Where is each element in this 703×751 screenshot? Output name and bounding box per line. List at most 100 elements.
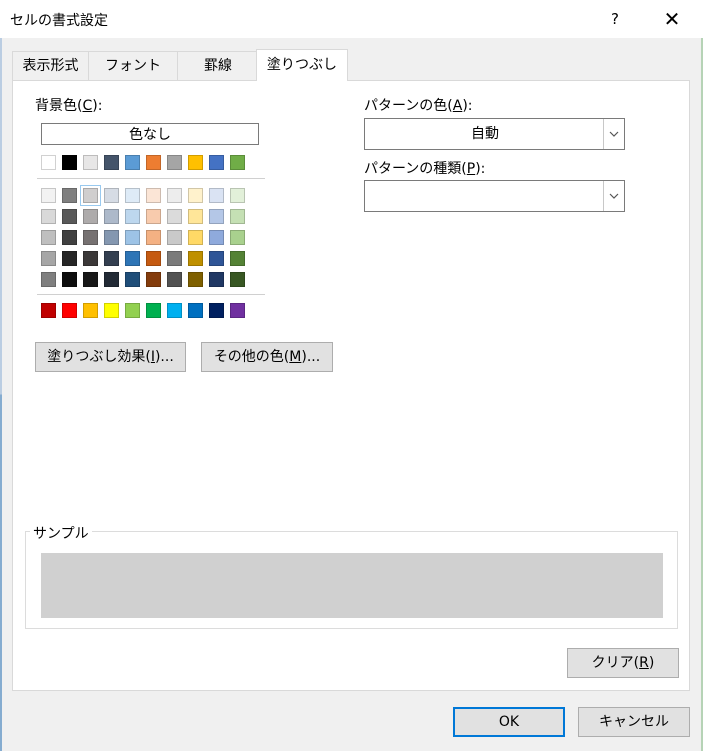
close-button[interactable]: ✕ bbox=[652, 4, 692, 34]
theme-color-swatch[interactable] bbox=[167, 155, 182, 170]
tint-color-swatch[interactable] bbox=[209, 272, 224, 287]
tint-color-swatch[interactable] bbox=[230, 272, 245, 287]
tint-color-swatch[interactable] bbox=[146, 188, 161, 203]
standard-color-swatch[interactable] bbox=[62, 303, 77, 318]
standard-color-swatch[interactable] bbox=[188, 303, 203, 318]
tint-color-swatch[interactable] bbox=[62, 251, 77, 266]
background-window-edge-left bbox=[0, 38, 2, 751]
format-cells-dialog: セルの書式設定 ? ✕ 表示形式 フォント 罫線 塗りつぶし 背景色(C): 色… bbox=[0, 0, 703, 751]
tint-color-swatch[interactable] bbox=[230, 188, 245, 203]
standard-color-swatch[interactable] bbox=[104, 303, 119, 318]
tint-color-swatch[interactable] bbox=[209, 209, 224, 224]
pattern-color-label: パターンの色(A): bbox=[364, 98, 473, 114]
tint-color-swatch[interactable] bbox=[41, 188, 56, 203]
tint-color-swatch[interactable] bbox=[125, 251, 140, 266]
pattern-color-value: 自動 bbox=[471, 126, 499, 142]
tint-color-swatch[interactable] bbox=[167, 230, 182, 245]
standard-color-swatch[interactable] bbox=[209, 303, 224, 318]
tint-color-swatch[interactable] bbox=[125, 209, 140, 224]
cancel-button[interactable]: キャンセル bbox=[578, 707, 690, 737]
standard-color-swatch[interactable] bbox=[167, 303, 182, 318]
tint-color-swatch[interactable] bbox=[62, 272, 77, 287]
palette-separator bbox=[37, 294, 265, 295]
clear-button[interactable]: クリア(R) bbox=[567, 648, 679, 678]
tint-color-swatch[interactable] bbox=[188, 209, 203, 224]
tint-color-swatch[interactable] bbox=[83, 209, 98, 224]
theme-color-swatch[interactable] bbox=[146, 155, 161, 170]
theme-color-swatch[interactable] bbox=[62, 155, 77, 170]
tint-color-swatch[interactable] bbox=[188, 251, 203, 266]
pattern-color-dropdown[interactable]: 自動 bbox=[364, 118, 625, 150]
theme-color-swatch[interactable] bbox=[188, 155, 203, 170]
ok-button[interactable]: OK bbox=[453, 707, 565, 737]
tint-color-swatch[interactable] bbox=[167, 188, 182, 203]
tint-color-swatch[interactable] bbox=[125, 272, 140, 287]
tint-color-swatch[interactable] bbox=[209, 251, 224, 266]
dialog-title: セルの書式設定 bbox=[10, 13, 108, 29]
tab-font[interactable]: フォント bbox=[88, 51, 178, 81]
standard-color-swatch[interactable] bbox=[83, 303, 98, 318]
tint-color-swatch[interactable] bbox=[62, 209, 77, 224]
tint-color-swatch[interactable] bbox=[209, 230, 224, 245]
tint-color-swatch[interactable] bbox=[125, 188, 140, 203]
no-color-button[interactable]: 色なし bbox=[41, 123, 259, 145]
tint-color-swatch[interactable] bbox=[146, 272, 161, 287]
tab-number[interactable]: 表示形式 bbox=[12, 51, 89, 81]
tint-color-swatch[interactable] bbox=[104, 209, 119, 224]
tint-color-swatch[interactable] bbox=[62, 188, 77, 203]
theme-color-swatch[interactable] bbox=[104, 155, 119, 170]
theme-color-swatch[interactable] bbox=[230, 155, 245, 170]
tint-color-swatch[interactable] bbox=[104, 230, 119, 245]
sample-preview bbox=[41, 553, 663, 618]
pattern-style-value bbox=[365, 181, 605, 211]
tint-color-swatch[interactable] bbox=[41, 209, 56, 224]
tint-color-swatch[interactable] bbox=[62, 230, 77, 245]
fill-effects-button[interactable]: 塗りつぶし効果(I)... bbox=[35, 342, 186, 372]
tint-color-swatch[interactable] bbox=[104, 188, 119, 203]
tint-color-swatch[interactable] bbox=[146, 251, 161, 266]
fill-tab-panel: 背景色(C): 色なし 塗りつぶし効果(I)... その他の色(M)... パタ… bbox=[12, 80, 690, 691]
tint-color-swatch[interactable] bbox=[230, 230, 245, 245]
tint-color-swatch[interactable] bbox=[125, 230, 140, 245]
tint-color-swatch[interactable] bbox=[104, 272, 119, 287]
tint-color-swatch[interactable] bbox=[146, 209, 161, 224]
palette-separator bbox=[37, 178, 265, 179]
help-button[interactable]: ? bbox=[598, 4, 632, 34]
standard-color-swatch[interactable] bbox=[41, 303, 56, 318]
chevron-down-icon[interactable] bbox=[603, 181, 624, 211]
tint-color-swatch[interactable] bbox=[209, 188, 224, 203]
title-bar: セルの書式設定 ? ✕ bbox=[0, 0, 703, 38]
pattern-style-label: パターンの種類(P): bbox=[364, 161, 486, 177]
tint-color-swatch[interactable] bbox=[188, 230, 203, 245]
theme-color-swatch[interactable] bbox=[125, 155, 140, 170]
more-colors-button[interactable]: その他の色(M)... bbox=[201, 342, 333, 372]
tint-color-swatch[interactable] bbox=[104, 251, 119, 266]
standard-color-swatch[interactable] bbox=[146, 303, 161, 318]
tint-color-swatch[interactable] bbox=[188, 272, 203, 287]
background-color-label: 背景色(C): bbox=[35, 98, 103, 114]
tint-color-swatch[interactable] bbox=[167, 209, 182, 224]
tint-color-swatch[interactable] bbox=[83, 272, 98, 287]
tint-color-swatch[interactable] bbox=[83, 230, 98, 245]
tint-color-swatch[interactable] bbox=[230, 209, 245, 224]
pattern-style-dropdown[interactable] bbox=[364, 180, 625, 212]
tab-border[interactable]: 罫線 bbox=[177, 51, 259, 81]
standard-color-swatch[interactable] bbox=[230, 303, 245, 318]
tint-color-swatch[interactable] bbox=[41, 251, 56, 266]
tint-color-swatch[interactable] bbox=[83, 251, 98, 266]
theme-color-swatch[interactable] bbox=[41, 155, 56, 170]
sample-label: サンプル bbox=[30, 523, 92, 543]
tint-color-swatch[interactable] bbox=[167, 251, 182, 266]
tab-fill[interactable]: 塗りつぶし bbox=[256, 49, 348, 81]
tint-color-swatch[interactable] bbox=[188, 188, 203, 203]
theme-color-swatch[interactable] bbox=[209, 155, 224, 170]
standard-color-swatch[interactable] bbox=[125, 303, 140, 318]
theme-color-swatch[interactable] bbox=[83, 155, 98, 170]
tint-color-swatch[interactable] bbox=[146, 230, 161, 245]
tint-color-swatch[interactable] bbox=[230, 251, 245, 266]
tint-color-swatch[interactable] bbox=[41, 230, 56, 245]
chevron-down-icon[interactable] bbox=[603, 119, 624, 149]
tint-color-swatch[interactable] bbox=[41, 272, 56, 287]
tint-color-swatch[interactable] bbox=[80, 185, 101, 206]
tint-color-swatch[interactable] bbox=[167, 272, 182, 287]
